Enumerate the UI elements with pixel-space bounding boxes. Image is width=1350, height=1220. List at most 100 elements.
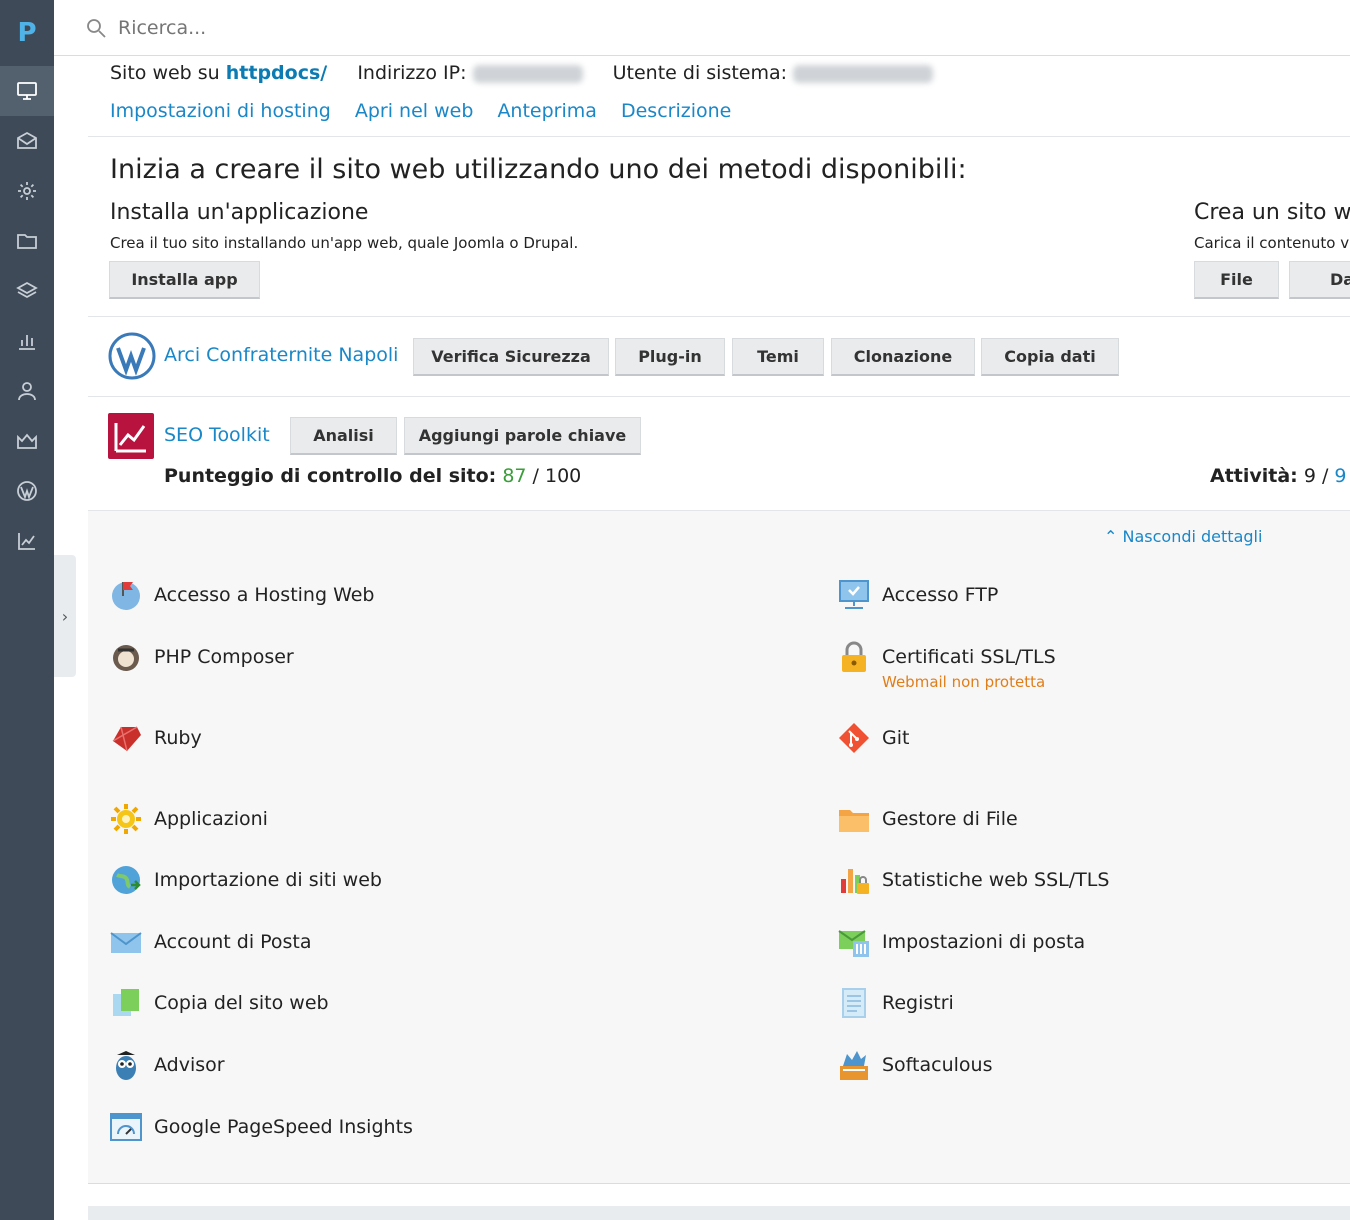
bar-chart-icon <box>19 335 35 350</box>
tool-label: Gestore di File <box>882 808 1018 830</box>
tool-ssl-web-statistics[interactable]: Statistiche web SSL/TLS <box>836 862 1109 898</box>
tool-label: Impostazioni di posta <box>882 931 1086 953</box>
file-button[interactable]: File <box>1194 261 1279 299</box>
tool-ftp-access[interactable]: Accesso FTP <box>836 577 998 613</box>
hosting-settings-link[interactable]: Impostazioni di hosting <box>110 100 331 122</box>
install-app-button[interactable]: Installa app <box>109 261 260 299</box>
tool-mail-settings[interactable]: Impostazioni di posta <box>836 924 1085 960</box>
tool-label: Certificati SSL/TLS <box>882 646 1056 668</box>
themes-button[interactable]: Temi <box>732 338 824 376</box>
seo-toolkit-link[interactable]: SEO Toolkit <box>164 424 270 446</box>
tool-label: Account di Posta <box>154 931 312 953</box>
rail-item-extensions[interactable] <box>0 416 54 466</box>
next-panel-edge <box>88 1206 1350 1220</box>
add-keywords-button[interactable]: Aggiungi parole chiave <box>404 417 641 455</box>
create-heading: Inizia a creare il sito web utilizzando … <box>110 154 967 185</box>
preview-link[interactable]: Anteprima <box>497 100 596 122</box>
divider <box>88 136 1350 137</box>
rail-item-applications[interactable] <box>0 166 54 216</box>
open-in-web-link[interactable]: Apri nel web <box>355 100 474 122</box>
sun-gear-icon <box>108 801 144 837</box>
tool-label: PHP Composer <box>154 646 294 668</box>
tool-label: Advisor <box>154 1054 225 1076</box>
rail-item-seo[interactable] <box>0 516 54 566</box>
copy-data-button[interactable]: Copia dati <box>981 338 1119 376</box>
rail-item-wordpress[interactable] <box>0 466 54 516</box>
folder-icon <box>836 801 872 837</box>
tool-pagespeed[interactable]: Google PageSpeed Insights <box>108 1109 413 1145</box>
mail-icon <box>17 131 37 149</box>
activity-label: Attività: <box>1210 465 1298 487</box>
crown-icon <box>17 433 37 449</box>
score-sep: / <box>526 465 545 487</box>
tool-ssl-certificates[interactable]: Certificati SSL/TLS Webmail non protetta <box>836 639 1056 691</box>
activity-total[interactable]: 9 <box>1334 465 1346 487</box>
tool-site-import[interactable]: Importazione di siti web <box>108 862 382 898</box>
wordpress-site-name[interactable]: Arci Confraternite Napoli <box>164 344 398 366</box>
tool-ruby[interactable]: Ruby <box>108 720 202 756</box>
rail-item-websites[interactable] <box>0 66 54 116</box>
seo-toolkit-logo-icon <box>108 413 154 459</box>
plesk-logo[interactable]: P <box>0 0 54 66</box>
rail-item-files[interactable] <box>0 216 54 266</box>
search-icon <box>87 18 106 38</box>
rail-item-mail[interactable] <box>0 116 54 166</box>
wordpress-logo-icon <box>108 332 156 380</box>
log-icon <box>836 985 872 1021</box>
tool-label: Softaculous <box>882 1054 993 1076</box>
layers-icon <box>16 281 38 299</box>
tool-logs[interactable]: Registri <box>836 985 954 1021</box>
rail-item-statistics[interactable] <box>0 316 54 366</box>
clone-button[interactable]: Clonazione <box>831 338 975 376</box>
hide-details-link[interactable]: ⌃ Nascondi dettagli <box>1104 527 1262 546</box>
tool-advisor[interactable]: Advisor <box>108 1047 225 1083</box>
tool-label: Copia del sito web <box>154 992 329 1014</box>
score-max: 100 <box>545 465 582 487</box>
docroot-link[interactable]: httpdocs/ <box>226 62 327 84</box>
tool-web-hosting-access[interactable]: Accesso a Hosting Web <box>108 577 375 613</box>
user-icon <box>18 382 36 401</box>
tool-mail-accounts[interactable]: Account di Posta <box>108 924 312 960</box>
tool-applications[interactable]: Applicazioni <box>108 801 268 837</box>
search-input[interactable] <box>118 16 518 39</box>
site-prefix: Sito web su <box>110 62 226 84</box>
git-icon <box>836 720 872 756</box>
divider <box>88 316 1350 317</box>
tool-website-copy[interactable]: Copia del sito web <box>108 985 329 1021</box>
seo-chart-icon <box>18 533 35 550</box>
wordpress-icon <box>17 481 37 501</box>
create-site-desc: Carica il contenuto v <box>1194 234 1350 252</box>
analysis-button[interactable]: Analisi <box>290 417 397 455</box>
security-check-button[interactable]: Verifica Sicurezza <box>413 338 609 376</box>
tool-php-composer[interactable]: PHP Composer <box>108 639 294 675</box>
expand-sidebar-button[interactable]: › <box>54 555 76 677</box>
ip-value-redacted <box>472 64 583 83</box>
data-button[interactable]: Data <box>1289 261 1350 299</box>
left-rail: P <box>0 0 54 1220</box>
score-value: 87 <box>502 465 527 487</box>
envelope-icon <box>108 924 144 960</box>
padlock-icon <box>836 639 872 675</box>
mail-settings-icon <box>836 924 872 960</box>
tool-softaculous[interactable]: Softaculous <box>836 1047 992 1083</box>
chevron-up-icon: ⌃ <box>1104 527 1118 546</box>
system-user-label: Utente di sistema: <box>612 62 788 84</box>
rail-item-account[interactable] <box>0 366 54 416</box>
install-app-title: Installa un'applicazione <box>110 200 369 225</box>
description-link[interactable]: Descrizione <box>621 100 731 122</box>
system-user-redacted <box>793 64 934 83</box>
rail-item-databases[interactable] <box>0 266 54 316</box>
ruby-icon <box>108 720 144 756</box>
globe-import-icon <box>108 862 144 898</box>
site-links: Impostazioni di hosting Apri nel web Ant… <box>110 100 749 122</box>
tool-label: Applicazioni <box>154 808 268 830</box>
tool-label: Git <box>882 727 910 749</box>
divider <box>88 396 1350 397</box>
tool-git[interactable]: Git <box>836 720 909 756</box>
score-label: Punteggio di controllo del sito: <box>164 465 497 487</box>
activity-count: Attività: 9 / 9 <box>1210 465 1347 487</box>
ssl-warning-text[interactable]: Webmail non protetta <box>882 673 1056 691</box>
create-site-title: Crea un sito we <box>1194 200 1350 225</box>
tool-file-manager[interactable]: Gestore di File <box>836 801 1018 837</box>
plugins-button[interactable]: Plug-in <box>615 338 725 376</box>
